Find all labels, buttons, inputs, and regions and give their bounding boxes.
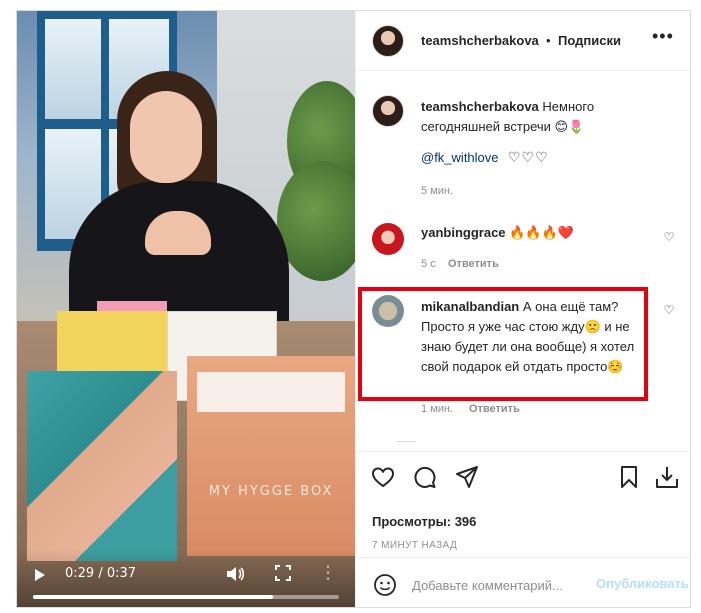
caption-hearts: ♡♡♡ <box>508 149 549 165</box>
avatar[interactable] <box>372 295 404 327</box>
caption-time[interactable]: 5 мин. <box>421 185 453 197</box>
comment-input[interactable] <box>412 575 584 595</box>
comment-text: yanbinggrace 🔥🔥🔥❤️ <box>421 225 574 241</box>
person-face <box>130 91 202 183</box>
avatar[interactable] <box>372 25 404 57</box>
emoji-icon[interactable] <box>373 573 397 597</box>
more-options-icon[interactable]: ••• <box>652 27 674 45</box>
caption-username[interactable]: teamshcherbakova <box>421 99 539 114</box>
fullscreen-icon[interactable] <box>275 565 291 581</box>
views-count[interactable]: Просмотры: 396 <box>372 514 476 529</box>
gift-bag-branded: MY HYGGE BOX <box>187 356 355 556</box>
comment-username[interactable]: mikanalbandian <box>421 299 519 314</box>
add-comment-bar: Опубликовать <box>356 557 690 607</box>
video-time: 0:29 / 0:37 <box>65 566 137 581</box>
play-icon[interactable] <box>35 569 45 581</box>
gift-bag <box>27 371 177 561</box>
comment-body: 🔥🔥🔥❤️ <box>509 225 574 240</box>
header-username[interactable]: teamshcherbakova <box>421 33 539 48</box>
heart-icon[interactable] <box>370 464 396 490</box>
post-timestamp[interactable]: 7 МИНУТ НАЗАД <box>372 540 457 551</box>
bag-brand-text: MY HYGGE BOX <box>208 484 334 499</box>
header-separator: • <box>546 33 551 48</box>
comment-text: mikanalbandian А она ещё там? Просто я у… <box>421 297 639 377</box>
avatar[interactable] <box>372 223 404 255</box>
next-comment-peek <box>396 441 416 445</box>
post-header: teamshcherbakova • Подписки ••• <box>356 11 690 71</box>
like-comment-heart-icon[interactable]: ♡ <box>662 303 676 317</box>
video-progress-bar[interactable] <box>33 595 339 599</box>
action-bar: Просмотры: 396 7 МИНУТ НАЗАД <box>356 451 690 571</box>
reply-button[interactable]: Ответить <box>469 403 520 415</box>
like-comment-heart-icon[interactable]: ♡ <box>662 230 676 244</box>
download-icon[interactable] <box>654 464 680 490</box>
mention-link[interactable]: @fk_withlove <box>421 150 499 165</box>
share-icon[interactable] <box>454 464 480 490</box>
publish-button[interactable]: Опубликовать <box>596 576 689 591</box>
following-button[interactable]: Подписки <box>558 33 621 48</box>
comment-username[interactable]: yanbinggrace <box>421 225 506 240</box>
more-options-icon[interactable]: · · · <box>325 559 331 587</box>
volume-icon[interactable] <box>225 565 245 583</box>
caption-text: teamshcherbakova Немного сегодняшней вст… <box>421 97 651 137</box>
video-controls: 0:29 / 0:37 · · · <box>17 549 355 607</box>
post-video[interactable]: MY HYGGE BOX 0:29 / 0:37 · · · <box>17 11 355 607</box>
comment-time[interactable]: 5 с <box>421 258 436 270</box>
comment-time[interactable]: 1 мин. <box>421 403 453 415</box>
reply-button[interactable]: Ответить <box>448 258 499 270</box>
bookmark-icon[interactable] <box>616 464 642 490</box>
video-progress-fill <box>33 595 273 599</box>
avatar[interactable] <box>372 95 404 127</box>
post-dialog: MY HYGGE BOX 0:29 / 0:37 · · · teamshcherb… <box>16 10 691 608</box>
post-sidebar: teamshcherbakova • Подписки ••• teamshch… <box>355 11 690 607</box>
comment-icon[interactable] <box>412 464 438 490</box>
